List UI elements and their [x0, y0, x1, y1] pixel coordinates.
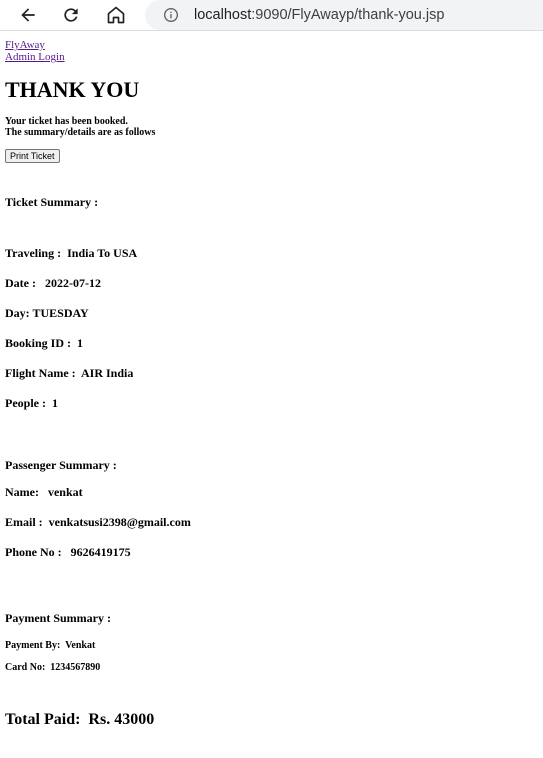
- page-title: THANK YOU: [5, 77, 140, 102]
- admin-login-link[interactable]: Admin Login: [5, 51, 543, 63]
- payment-by-value: Venkat: [65, 640, 96, 651]
- phone-row: Phone No : 9626419175: [5, 545, 131, 560]
- traveling-label: Traveling :: [5, 246, 62, 260]
- total-paid-label: Total Paid:: [5, 711, 81, 728]
- reload-button[interactable]: [59, 3, 83, 27]
- reload-icon: [64, 8, 78, 22]
- browser-toolbar: localhost:9090/FlyAwayp/thank-you.jsp: [0, 0, 543, 31]
- message-line-2: The summary/details are as follows: [5, 127, 156, 138]
- url-host: localhost: [194, 7, 252, 23]
- payment-by-row: Payment By: Venkat: [5, 640, 95, 651]
- name-row: Name: venkat: [5, 485, 83, 500]
- print-ticket-button[interactable]: Print Ticket: [5, 149, 60, 163]
- flight-name-label: Flight Name :: [5, 366, 76, 380]
- total-paid-row: Total Paid: Rs. 43000: [5, 711, 154, 729]
- info-icon[interactable]: [162, 6, 180, 24]
- home-icon: [107, 6, 125, 24]
- flyaway-link[interactable]: FlyAway: [5, 39, 543, 51]
- phone-value: 9626419175: [70, 545, 131, 559]
- address-bar[interactable]: localhost:9090/FlyAwayp/thank-you.jsp: [145, 0, 543, 30]
- date-value: 2022-07-12: [44, 276, 101, 290]
- date-row: Date : 2022-07-12: [5, 276, 101, 291]
- email-row: Email : venkatsusi2398@gmail.com: [5, 515, 191, 530]
- name-label: Name:: [5, 485, 39, 499]
- day-value: TUESDAY: [32, 306, 89, 320]
- page-content: FlyAway Admin Login THANK YOU Your ticke…: [0, 31, 543, 164]
- name-value: venkat: [47, 485, 83, 499]
- email-label: Email :: [5, 515, 43, 529]
- email-value: venkatsusi2398@gmail.com: [48, 515, 191, 529]
- card-no-label: Card No:: [5, 662, 46, 673]
- message-line-1: Your ticket has been booked.: [5, 116, 128, 127]
- people-label: People :: [5, 396, 46, 410]
- card-no-row: Card No: 1234567890: [5, 662, 100, 673]
- flight-name-value: AIR India: [81, 366, 134, 380]
- flight-name-row: Flight Name : AIR India: [5, 366, 133, 381]
- day-row: Day: TUESDAY: [5, 306, 89, 321]
- arrow-left-icon: [21, 8, 35, 22]
- total-paid-value: Rs. 43000: [88, 711, 155, 728]
- booking-id-label: Booking ID :: [5, 336, 72, 350]
- booking-id-row: Booking ID : 1: [5, 336, 83, 351]
- payment-by-label: Payment By:: [5, 640, 61, 651]
- passenger-summary-heading: Passenger Summary :: [5, 458, 117, 472]
- day-label: Day:: [5, 306, 30, 320]
- back-button[interactable]: [16, 3, 40, 27]
- ticket-summary-heading: Ticket Summary :: [5, 195, 99, 209]
- people-row: People : 1: [5, 396, 58, 411]
- traveling-value: India To USA: [67, 246, 138, 260]
- phone-label: Phone No :: [5, 545, 62, 559]
- booking-id-value: 1: [77, 336, 84, 350]
- home-button[interactable]: [104, 3, 128, 27]
- url-path: :9090/FlyAwayp/thank-you.jsp: [251, 7, 445, 23]
- url-text: localhost:9090/FlyAwayp/thank-you.jsp: [194, 7, 444, 23]
- people-value: 1: [52, 396, 58, 410]
- traveling-row: Traveling : India To USA: [5, 246, 137, 261]
- confirmation-message: Your ticket has been booked. The summary…: [5, 116, 543, 138]
- date-label: Date :: [5, 276, 36, 290]
- card-no-value: 1234567890: [50, 662, 101, 673]
- payment-summary-heading: Payment Summary :: [5, 611, 111, 625]
